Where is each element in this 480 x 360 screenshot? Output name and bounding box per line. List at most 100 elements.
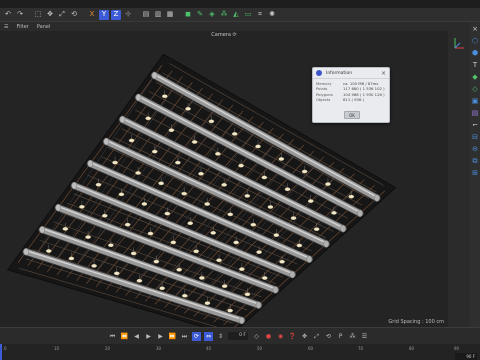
text-tool-icon[interactable]: T (471, 61, 479, 69)
workplane-icon[interactable]: ⊟ (471, 133, 479, 141)
pendant-lamp (284, 187, 291, 192)
select-tool-icon[interactable]: ⬚ (33, 10, 43, 20)
pendant-lamp (135, 171, 141, 175)
pendant-lamp (161, 94, 168, 99)
lock-axis-icon[interactable]: ⊖ (471, 145, 479, 153)
redo-icon[interactable]: ↷ (15, 10, 25, 20)
close-icon[interactable]: × (381, 70, 386, 77)
loop-icon[interactable]: ⟳ (192, 331, 201, 341)
menu-panel[interactable]: Panel (37, 24, 51, 30)
point-level-icon[interactable]: ⁂ (348, 332, 357, 341)
pendant-lamp (261, 276, 268, 280)
pendant-lamp (91, 264, 97, 268)
pendant-lamp (85, 235, 91, 239)
pendant-lamp (170, 240, 177, 245)
pipe-cap (306, 255, 313, 263)
pendant-lamp (227, 308, 233, 313)
transport-controls: ⏮ ⏪ ◀ ▶ ▶ ⏩ ⏭ ⟳ ⇔ ⇕ ◇ ● ◉ ❓ ✥ ⤢ ⟲ P ⁂ ☰ (0, 330, 480, 342)
pendant-lamp (215, 152, 221, 156)
light-icon[interactable]: ✺ (267, 10, 277, 20)
edges-mode-icon[interactable]: ⬢ (471, 49, 479, 57)
next-keyframe-icon[interactable]: ⏩ (168, 332, 177, 341)
pendant-lamp (158, 181, 164, 186)
keyframe-icon[interactable]: ◇ (252, 332, 261, 341)
pendant-lamp (204, 202, 210, 206)
undo-icon[interactable]: ↶ (3, 10, 13, 20)
menu-filter[interactable]: Filter (16, 24, 28, 30)
pendant-lamp (331, 211, 337, 215)
previous-keyframe-icon[interactable]: ⏪ (120, 332, 129, 341)
cloner-icon[interactable]: ⁂ (219, 10, 229, 20)
pipe-cap (135, 93, 142, 102)
texture-mode-icon[interactable]: ▤ (471, 109, 479, 117)
z-axis-icon[interactable]: Z (111, 9, 121, 20)
pendant-lamp (141, 202, 148, 206)
pendant-lamp (145, 116, 151, 121)
polygon-mode-icon[interactable]: ◆ (471, 73, 479, 81)
y-axis-icon[interactable]: Y (99, 9, 109, 20)
render-region-icon[interactable]: ⊞ (471, 169, 479, 177)
uv-mode-icon[interactable]: ◇ (471, 85, 479, 93)
pendant-lamp (181, 293, 188, 298)
pipe-cap (119, 115, 126, 124)
view-menu-icon[interactable]: ☰ (4, 24, 8, 30)
pipe-cap (238, 316, 245, 325)
pendant-lamp (193, 249, 199, 254)
scale-tool-icon[interactable]: ⤢ (57, 10, 67, 20)
render-settings-icon[interactable]: ▦ (165, 10, 175, 20)
scale-key-icon[interactable]: ⤢ (312, 332, 321, 341)
pendant-lamp (204, 301, 211, 305)
ruler-tick: 0 (4, 346, 7, 351)
timeline-ruler[interactable]: 0 10 20 30 40 50 60 70 80 90 90 F (0, 344, 480, 360)
previous-frame-icon[interactable]: ◀ (132, 332, 141, 341)
spline-pen-icon[interactable]: ✎ (195, 10, 205, 20)
render-view-icon[interactable]: ▤ (141, 10, 151, 20)
model-mode-icon[interactable]: ▣ (471, 97, 479, 105)
main-toolbar: ↶ ↷ ⬚ ✥ ⤢ ⟲ X Y Z ⊹ ▤ ▥ ▦ ◼ ✎ ◈ ⁂ ◭ ▭ ⌗ … (0, 8, 480, 22)
ruler-tick: 60 (308, 346, 314, 351)
timeline-panel: ⏮ ⏪ ◀ ▶ ▶ ⏩ ⏭ ⟳ ⇔ ⇕ ◇ ● ◉ ❓ ✥ ⤢ ⟲ P ⁂ ☰ … (0, 327, 480, 360)
pendant-lamp (244, 292, 251, 297)
end-frame-field[interactable]: 90 F (455, 353, 477, 360)
rotation-key-icon[interactable]: ⟲ (324, 332, 333, 341)
cube-icon[interactable]: ◼ (183, 10, 193, 20)
points-mode-icon[interactable]: ⬡ (471, 37, 479, 45)
pendant-lamp (130, 251, 137, 256)
current-frame-field[interactable] (228, 332, 248, 340)
pendant-lamp (176, 267, 182, 272)
deformer-icon[interactable]: ◭ (231, 10, 241, 20)
ok-button[interactable]: OK (344, 111, 360, 119)
position-key-icon[interactable]: ✥ (300, 332, 309, 341)
key-selection-icon[interactable]: ❓ (288, 332, 297, 341)
rotate-tool-icon[interactable]: ⟲ (69, 10, 79, 20)
record-icon[interactable]: ● (264, 332, 273, 341)
next-frame-icon[interactable]: ▶ (156, 332, 165, 341)
move-tool-icon[interactable]: ✥ (45, 10, 55, 20)
pendant-lamp (62, 227, 69, 231)
title-strip (0, 0, 480, 8)
render-picture-viewer-icon[interactable]: ▥ (153, 10, 163, 20)
pendant-lamp (128, 138, 135, 143)
pendant-lamp (191, 140, 198, 144)
floor-icon[interactable]: ▭ (243, 10, 253, 20)
playhead[interactable] (0, 344, 2, 360)
subdivision-icon[interactable]: ◈ (207, 10, 217, 20)
snap-icon[interactable]: ⌐ (471, 121, 479, 129)
range-icon[interactable]: ⇔ (204, 331, 213, 341)
coordinate-system-icon[interactable]: ⊹ (123, 10, 133, 20)
go-to-end-icon[interactable]: ⏭ (180, 332, 189, 341)
pendant-lamp (79, 205, 85, 209)
pendant-lamp (159, 286, 165, 291)
param-key-icon[interactable]: P (336, 332, 345, 341)
timeline-menu-icon[interactable]: ☰ (360, 332, 369, 341)
pipe-cap (103, 137, 110, 146)
x-axis-icon[interactable]: X (87, 10, 97, 20)
frame-arrows-icon[interactable]: ⇕ (216, 332, 225, 341)
right-tool-palette: × ⬡ ⬢ T ◆ ◇ ▣ ▤ ⌐ ⊟ ⊖ ⧉ ⊞ (470, 22, 480, 327)
camera-icon[interactable]: ⌗ (255, 10, 265, 20)
go-to-start-icon[interactable]: ⏮ (108, 332, 117, 341)
close-icon[interactable]: × (471, 25, 479, 33)
autokey-icon[interactable]: ◉ (276, 332, 285, 341)
play-icon[interactable]: ▶ (144, 332, 153, 341)
symmetry-icon[interactable]: ⧉ (471, 157, 479, 165)
